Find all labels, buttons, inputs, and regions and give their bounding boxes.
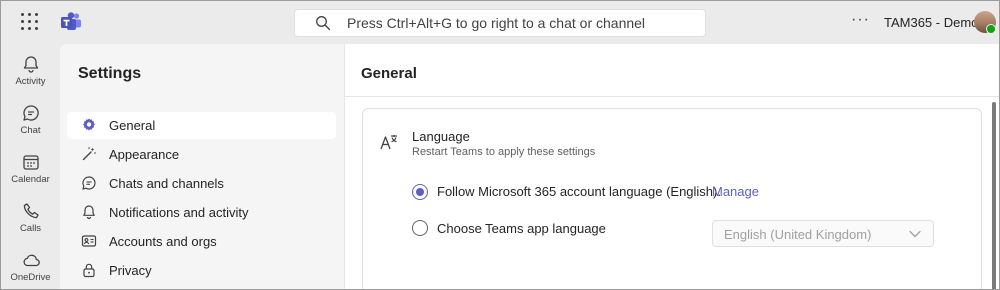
nav-label: Privacy bbox=[109, 263, 152, 278]
teams-logo-icon bbox=[61, 12, 81, 30]
app-language-dropdown[interactable]: English (United Kingdom) bbox=[712, 220, 934, 247]
rail-label: Activity bbox=[15, 76, 46, 87]
id-card-icon bbox=[81, 235, 97, 247]
presence-available-icon bbox=[986, 24, 996, 34]
settings-nav-chats-and-channels[interactable]: Chats and channels bbox=[67, 170, 336, 197]
follow-account-language-radio[interactable] bbox=[412, 184, 428, 200]
text-language-icon bbox=[380, 135, 397, 150]
rail-label: Chat bbox=[20, 125, 41, 136]
search-box[interactable] bbox=[294, 9, 706, 37]
account-name[interactable]: TAM365 - Demo1 bbox=[884, 15, 986, 30]
nav-label: General bbox=[109, 118, 156, 133]
chat-icon bbox=[22, 105, 39, 121]
chat-icon bbox=[82, 176, 96, 190]
language-title: Language bbox=[412, 129, 470, 144]
settings-nav-notifications-and-activity[interactable]: Notifications and activity bbox=[67, 199, 336, 226]
rail-item-chat[interactable]: Chat bbox=[1, 97, 60, 145]
app-launcher-icon[interactable] bbox=[21, 13, 39, 31]
lock-icon bbox=[83, 263, 95, 278]
rail-label: Calendar bbox=[11, 174, 50, 185]
nav-label: Appearance bbox=[109, 147, 180, 162]
search-input[interactable] bbox=[347, 13, 697, 33]
app-rail: Activity Chat Calendar Calls OneDrive bbox=[1, 44, 60, 289]
phone-icon bbox=[23, 203, 39, 219]
settings-panel: Settings General Appearance Chats and ch… bbox=[60, 44, 344, 289]
title-bar: ··· TAM365 - Demo1 bbox=[1, 1, 999, 44]
follow-account-language-label[interactable]: Follow Microsoft 365 account language (E… bbox=[437, 184, 721, 199]
nav-label: Notifications and activity bbox=[109, 205, 249, 220]
calendar-icon bbox=[22, 155, 39, 170]
wand-icon bbox=[82, 147, 96, 161]
rail-item-activity[interactable]: Activity bbox=[1, 48, 60, 96]
nav-label: Accounts and orgs bbox=[109, 234, 217, 249]
rail-label: Calls bbox=[19, 223, 42, 234]
settings-nav-appearance[interactable]: Appearance bbox=[67, 141, 336, 168]
scrollbar[interactable] bbox=[991, 100, 997, 289]
chevron-down-icon bbox=[909, 230, 921, 238]
rail-item-calls[interactable]: Calls bbox=[1, 195, 60, 243]
rail-item-onedrive[interactable]: OneDrive bbox=[1, 244, 60, 289]
rail-item-calendar[interactable]: Calendar bbox=[1, 146, 60, 194]
choose-app-language-radio[interactable] bbox=[412, 220, 428, 236]
manage-link[interactable]: Manage bbox=[712, 184, 759, 199]
search-icon bbox=[316, 16, 331, 31]
gear-icon bbox=[83, 118, 95, 131]
settings-title: Settings bbox=[78, 65, 142, 82]
cloud-icon bbox=[23, 254, 40, 267]
more-options-icon[interactable]: ··· bbox=[851, 11, 870, 29]
main-header: General bbox=[345, 44, 999, 97]
rail-label: OneDrive bbox=[10, 272, 51, 283]
settings-nav-privacy[interactable]: Privacy bbox=[67, 257, 336, 284]
settings-nav-accounts-and-orgs[interactable]: Accounts and orgs bbox=[67, 228, 336, 255]
dropdown-value: English (United Kingdom) bbox=[724, 227, 872, 242]
main-content: General Language Restart Teams to apply … bbox=[344, 44, 999, 289]
bell-icon bbox=[23, 56, 38, 73]
page-title: General bbox=[361, 65, 417, 82]
language-card: Language Restart Teams to apply these se… bbox=[362, 108, 982, 289]
settings-nav-general[interactable]: General bbox=[67, 112, 336, 139]
choose-app-language-label[interactable]: Choose Teams app language bbox=[437, 221, 606, 236]
scrollbar-thumb[interactable] bbox=[992, 102, 996, 289]
language-subtitle: Restart Teams to apply these settings bbox=[412, 146, 596, 158]
bell-icon bbox=[83, 205, 95, 220]
nav-label: Chats and channels bbox=[109, 176, 224, 191]
teams-window: ··· TAM365 - Demo1 Activity Chat bbox=[0, 0, 1000, 290]
